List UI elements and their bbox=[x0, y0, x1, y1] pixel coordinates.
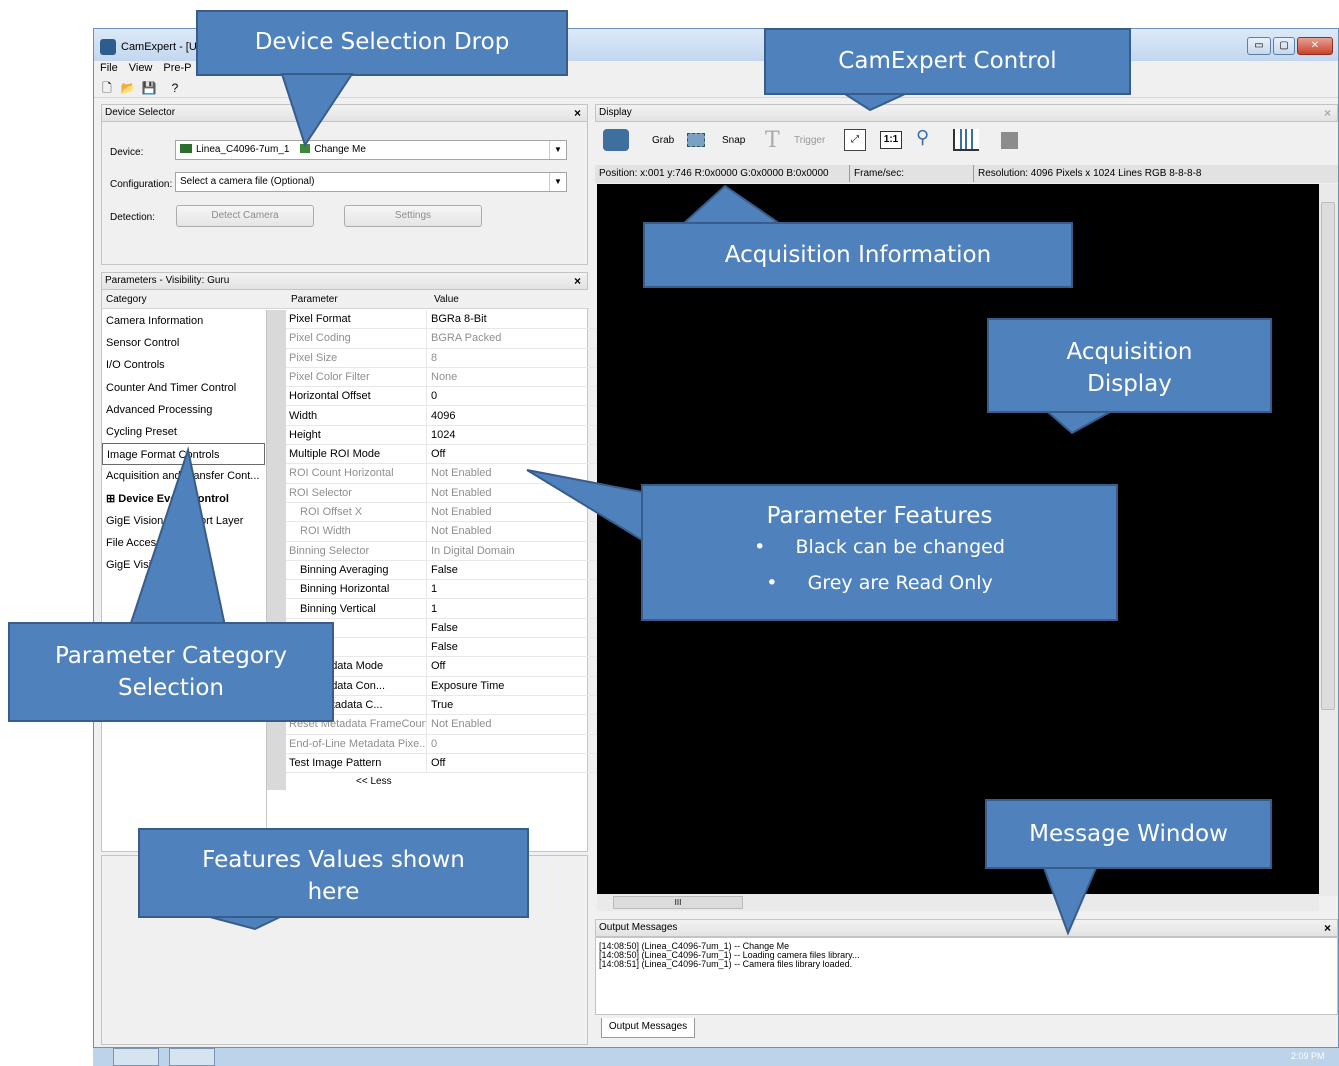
pointer-control bbox=[841, 93, 906, 112]
pointer-category bbox=[128, 446, 227, 627]
callout-parameter-category: Parameter Category Selection bbox=[8, 622, 334, 722]
callout-features-values: Features Values shown here bbox=[138, 828, 529, 918]
callout-bullet-2: • Grey are Read Only bbox=[766, 572, 993, 594]
pointer-message bbox=[1042, 867, 1098, 936]
callout-camexpert-control: CamExpert Control bbox=[764, 28, 1131, 95]
callout-parameter-features: Parameter Features • Black can be change… bbox=[641, 484, 1118, 621]
pointer-values bbox=[209, 916, 281, 931]
pointer-device bbox=[280, 73, 354, 148]
callout-values-line2: here bbox=[307, 879, 360, 905]
callout-values-line1: Features Values shown bbox=[202, 847, 465, 873]
callout-message-window: Message Window bbox=[985, 799, 1272, 869]
callout-cat-line1: Parameter Category bbox=[54, 643, 288, 669]
pointer-acq-info bbox=[680, 184, 784, 225]
bullet-text-2: Grey are Read Only bbox=[807, 572, 993, 594]
bullet-text-1: Black can be changed bbox=[795, 536, 1005, 558]
callout-acq-display-line1: Acquisition bbox=[1066, 339, 1193, 365]
pointer-features bbox=[526, 469, 643, 542]
callout-acquisition-display: Acquisition Display bbox=[987, 318, 1272, 413]
callout-bullet-1: • Black can be changed bbox=[754, 536, 1005, 558]
pointer-acq-display bbox=[1045, 411, 1111, 435]
callout-cat-line2: Selection bbox=[118, 675, 224, 701]
callout-acq-display-line2: Display bbox=[1087, 371, 1172, 397]
callout-acquisition-info: Acquisition Information bbox=[643, 222, 1073, 288]
